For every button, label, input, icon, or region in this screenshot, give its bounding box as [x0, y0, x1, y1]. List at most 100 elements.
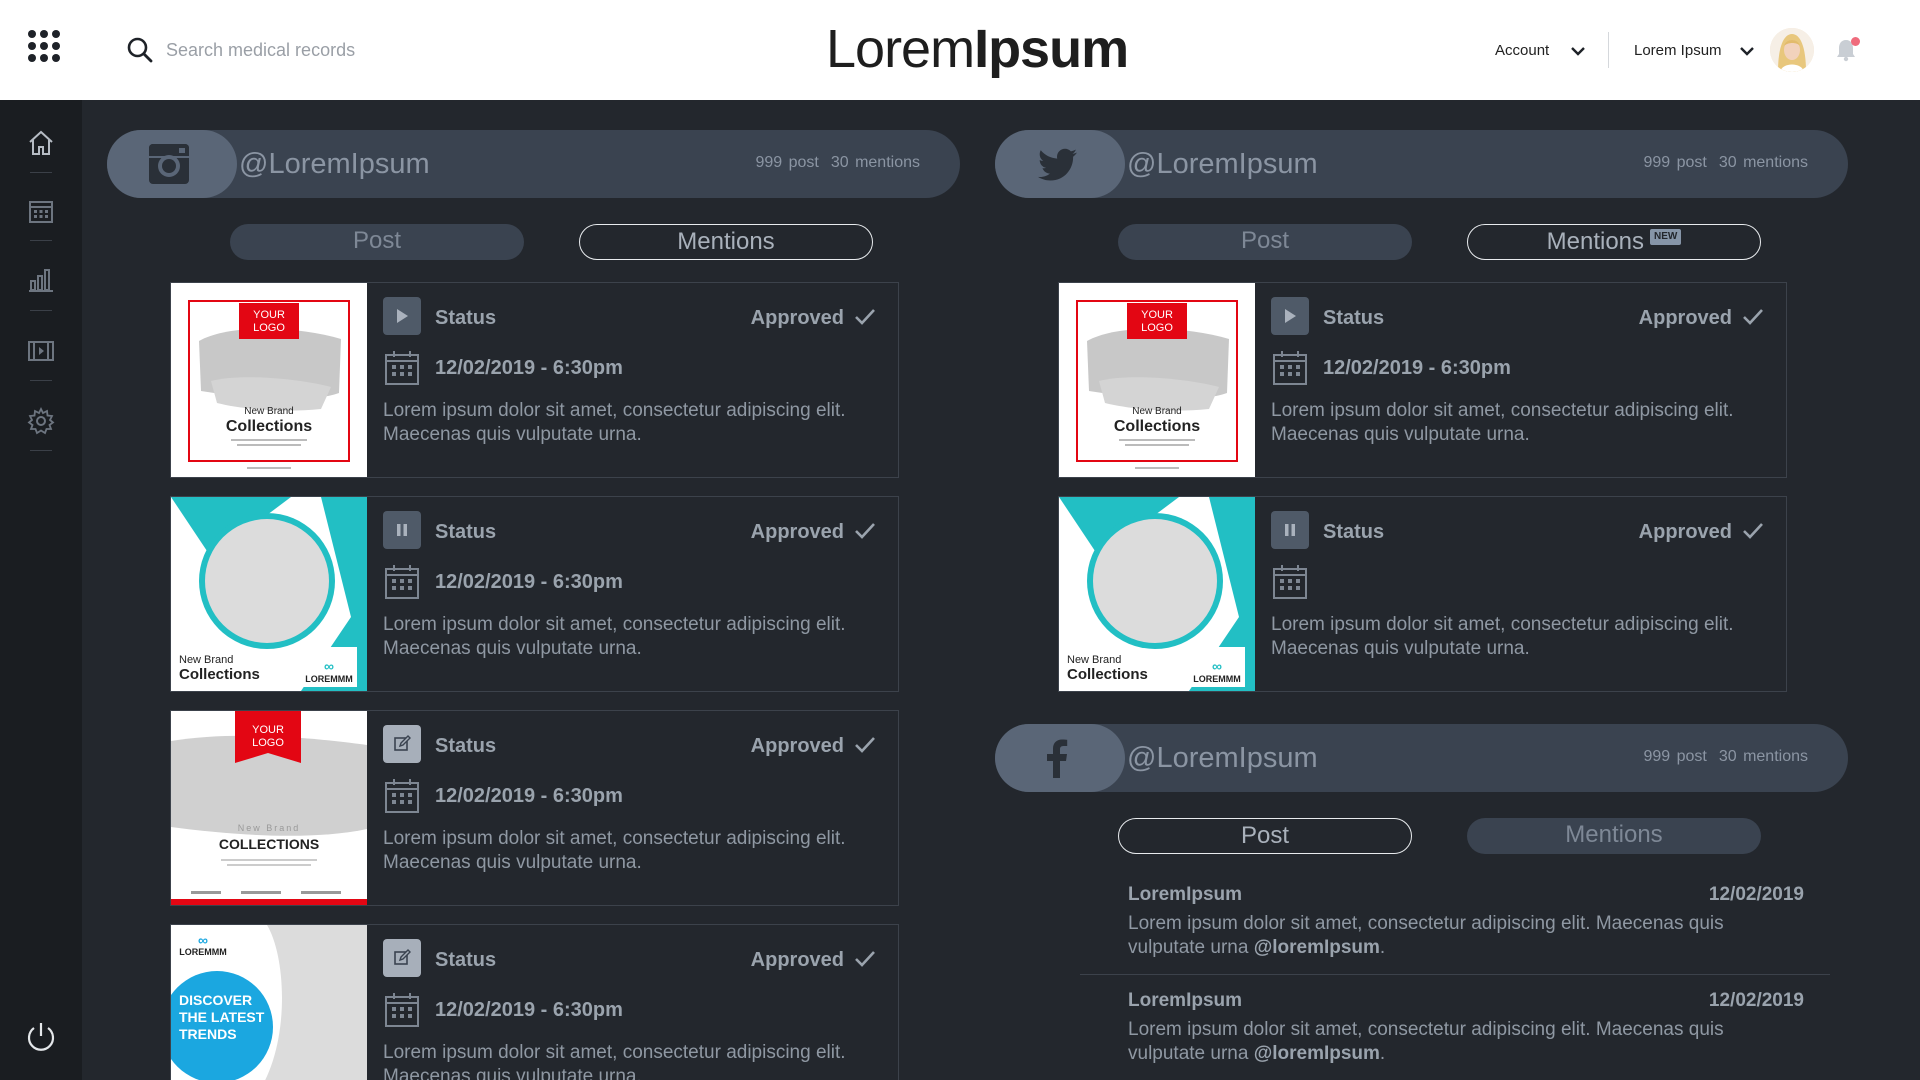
check-icon: [1743, 309, 1763, 325]
post-card[interactable]: New Brand Collections ∞ LOREMMM Status A…: [170, 496, 899, 692]
divider: [1080, 974, 1830, 975]
search-input[interactable]: [166, 36, 486, 64]
chevron-down-icon[interactable]: [1569, 42, 1587, 60]
post-thumbnail[interactable]: YOUR LOGO New Brand Collections: [1059, 283, 1255, 477]
post-datetime: 12/02/2019 - 6:30pm: [435, 571, 623, 593]
thumb-text: Collections: [179, 666, 260, 683]
sidebar-separator: [30, 240, 52, 241]
facebook-account-header: @LoremIpsum 999 post 30 mentions: [995, 724, 1848, 792]
status-label: Status: [1323, 307, 1385, 329]
thumb-text: YOUR: [1141, 309, 1173, 321]
thumb-text: LOREMMM: [179, 947, 227, 957]
thumb-text: New Brand: [244, 406, 293, 417]
user-menu-label[interactable]: Lorem Ipsum: [1634, 42, 1722, 59]
approval-text: Approved: [1638, 307, 1732, 329]
post-thumbnail[interactable]: ∞ LOREMMM DISCOVER THE LATEST TRENDS: [171, 925, 367, 1080]
post-description: Lorem ipsum dolor sit amet, consectetur …: [383, 614, 846, 659]
edit-icon: [394, 735, 411, 751]
play-icon: [1285, 309, 1296, 323]
post-count: 999 post: [1643, 154, 1707, 171]
mention-tag[interactable]: @loremIpsum: [1254, 1043, 1380, 1064]
film-icon[interactable]: [26, 336, 56, 366]
approval-text: Approved: [750, 735, 844, 757]
post-description: Lorem ipsum dolor sit amet, consectetur …: [383, 1042, 846, 1080]
tab-post[interactable]: Post: [1118, 224, 1412, 260]
sidebar-separator: [30, 172, 52, 173]
tab-mentions[interactable]: Mentions: [1467, 818, 1761, 854]
sidebar: [0, 100, 82, 1080]
chevron-down-icon[interactable]: [1738, 42, 1756, 60]
tab-mentions[interactable]: Mentions: [579, 224, 873, 260]
account-handle: @LoremIpsum: [1127, 742, 1318, 774]
post-description: Lorem ipsum dolor sit amet, consectetur …: [383, 828, 846, 873]
list-item[interactable]: LoremIpsum 12/02/2019 Lorem ipsum dolor …: [1080, 876, 1840, 980]
divider: [1608, 32, 1609, 68]
approval-status: Approved: [751, 949, 876, 972]
mention-body: Lorem ipsum dolor sit amet, consectetur …: [1128, 913, 1724, 958]
thumb-text: YOUR: [252, 724, 284, 736]
approval-text: Approved: [750, 949, 844, 971]
thumb-text: Collections: [1067, 666, 1148, 683]
post-card[interactable]: New Brand Collections ∞ LOREMMM Status A…: [1058, 496, 1787, 692]
post-card[interactable]: YOUR LOGO New Brand COLLECTIONS Status A…: [170, 710, 899, 906]
approval-status: Approved: [751, 521, 876, 544]
pause-icon: [397, 524, 407, 536]
tab-mentions[interactable]: Mentions NEW: [1467, 224, 1761, 260]
thumb-text: LOREMMM: [1193, 674, 1241, 684]
approval-text: Approved: [750, 307, 844, 329]
calendar-icon: [385, 565, 419, 599]
mention-user[interactable]: LoremIpsum: [1128, 884, 1242, 906]
calendar-icon[interactable]: [26, 196, 56, 226]
play-button[interactable]: [1271, 297, 1309, 335]
apps-grid-icon[interactable]: [28, 30, 60, 62]
post-datetime: 12/02/2019 - 6:30pm: [435, 357, 623, 379]
calendar-icon: [1273, 565, 1307, 599]
thumb-text: LOGO: [253, 322, 285, 334]
post-card[interactable]: ∞ LOREMMM DISCOVER THE LATEST TRENDS Sta…: [170, 924, 899, 1080]
pause-button[interactable]: [1271, 511, 1309, 549]
svg-text:∞: ∞: [198, 932, 208, 948]
calendar-icon: [385, 351, 419, 385]
power-icon[interactable]: [24, 1020, 58, 1054]
tab-post[interactable]: Post: [230, 224, 524, 260]
thumb-text: New Brand: [179, 654, 233, 666]
bar-chart-icon[interactable]: [26, 264, 56, 294]
play-button[interactable]: [383, 297, 421, 335]
thumb-text: Collections: [226, 418, 312, 435]
search-icon[interactable]: [126, 36, 154, 64]
edit-button[interactable]: [383, 939, 421, 977]
post-card[interactable]: YOUR LOGO New Brand Collections Status A…: [170, 282, 899, 478]
gear-icon[interactable]: [26, 406, 56, 436]
mention-count: 30 mentions: [830, 154, 920, 171]
check-icon: [855, 523, 875, 539]
approval-text: Approved: [1638, 521, 1732, 543]
post-thumbnail[interactable]: New Brand Collections ∞ LOREMMM: [1059, 497, 1255, 691]
mention-user[interactable]: LoremIpsum: [1128, 990, 1242, 1012]
edit-button[interactable]: [383, 725, 421, 763]
twitter-icon[interactable]: [1035, 142, 1079, 186]
pause-button[interactable]: [383, 511, 421, 549]
mention-tag[interactable]: @loremIpsum: [1254, 937, 1380, 958]
mention-text: Lorem ipsum dolor sit amet, consectetur …: [1128, 912, 1728, 960]
edit-icon: [394, 949, 411, 965]
thumb-text: New Brand: [1132, 406, 1181, 417]
sidebar-separator: [30, 310, 52, 311]
post-thumbnail[interactable]: YOUR LOGO New Brand COLLECTIONS: [171, 711, 367, 905]
avatar[interactable]: [1770, 28, 1814, 72]
icon-cap: [995, 130, 1125, 198]
instagram-icon[interactable]: [147, 142, 191, 186]
account-handle: @LoremIpsum: [239, 148, 430, 180]
home-icon[interactable]: [26, 128, 56, 158]
post-thumbnail[interactable]: New Brand Collections ∞ LOREMMM: [171, 497, 367, 691]
list-item[interactable]: LoremIpsum 12/02/2019 Lorem ipsum dolor …: [1080, 982, 1840, 1080]
tab-post[interactable]: Post: [1118, 818, 1412, 854]
check-icon: [855, 737, 875, 753]
twitter-account-header: @LoremIpsum 999 post 30 mentions: [995, 130, 1848, 198]
post-card[interactable]: YOUR LOGO New Brand Collections Status A…: [1058, 282, 1787, 478]
account-menu-label[interactable]: Account: [1495, 42, 1549, 59]
post-thumbnail[interactable]: YOUR LOGO New Brand Collections: [171, 283, 367, 477]
svg-text:∞: ∞: [1212, 658, 1222, 674]
post-datetime: 12/02/2019 - 6:30pm: [435, 999, 623, 1021]
calendar-icon: [1273, 351, 1307, 385]
facebook-icon[interactable]: [1035, 736, 1079, 780]
